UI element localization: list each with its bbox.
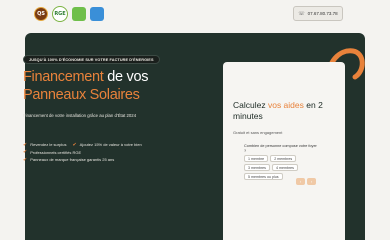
option-3-members[interactable]: 3 membres — [244, 164, 270, 171]
check-icon: ✔ — [23, 149, 28, 156]
household-question: Combien de personne compose votre foyer … — [244, 144, 317, 153]
phone-button[interactable]: ☏ 07.67.80.73.78 — [293, 6, 343, 21]
title-accent-financement: Financement — [23, 69, 104, 85]
previous-step-button[interactable]: ‹ — [296, 178, 305, 185]
feature-row: ✔ Revendez le surplus ✔ Ajoutez 15% de val… — [23, 141, 193, 149]
check-icon: ✔ — [72, 141, 77, 148]
hero-subtitle: Financement de votre installation grâce … — [23, 113, 137, 118]
rge-qualipv-logo: RGE — [52, 6, 68, 22]
certification-seal-logo: QS — [34, 7, 48, 21]
option-1-member[interactable]: 1 membre — [244, 155, 269, 162]
phone-number: 07.67.80.73.78 — [307, 11, 338, 16]
phone-icon: ☏ — [298, 10, 305, 17]
option-2-members[interactable]: 2 membres — [270, 155, 297, 162]
option-5-plus-members[interactable]: 5 membres ou plus — [244, 173, 283, 180]
check-icon: ✔ — [23, 141, 28, 148]
feature-item: ✔ Panneaux de marque française garantis 2… — [23, 156, 193, 164]
blue-partner-logo — [90, 7, 104, 21]
partner-logos: QS RGE — [34, 6, 104, 22]
household-options: 1 membre 2 membres 3 membres 4 membres 5… — [244, 155, 318, 180]
feature-text: Professionnels certifiés RGE — [30, 149, 82, 155]
title-accent-panneaux: Panneaux Solaires — [23, 87, 140, 103]
feature-item: ✔ Ajoutez 15% de valeur à votre bien — [72, 141, 141, 149]
page-title: Financement de vos Panneaux Solaires — [23, 68, 193, 104]
hero-section: Calculez vos aides en 2 minutes Gratuit … — [25, 33, 365, 240]
green-partner-logo — [72, 7, 86, 21]
feature-list: ✔ Revendez le surplus ✔ Ajoutez 15% de val… — [23, 141, 193, 164]
check-icon: ✔ — [23, 156, 28, 163]
title-plain: de vos — [103, 69, 149, 85]
option-4-members[interactable]: 4 membres — [271, 164, 298, 171]
feature-text: Ajoutez 15% de valeur à votre bien — [79, 142, 142, 148]
landing-page: QS RGE ☏ 07.67.80.73.78 Calculez vos aid… — [0, 0, 390, 240]
calculator-title: Calculez vos aides en 2 minutes — [233, 100, 341, 122]
calculator-title-accent: vos aides — [267, 100, 304, 110]
step-navigation: ‹ › — [296, 178, 316, 185]
calculator-title-prefix: Calculez — [233, 100, 268, 110]
feature-text: Panneaux de marque française garantis 25… — [30, 157, 115, 163]
feature-text: Revendez le surplus — [30, 142, 67, 148]
site-header: QS RGE ☏ 07.67.80.73.78 — [0, 0, 390, 30]
calculator-subtitle: Gratuit et sans engagement — [233, 130, 283, 135]
feature-item: ✔ Professionnels certifiés RGE — [23, 149, 193, 157]
feature-item: ✔ Revendez le surplus — [23, 141, 66, 149]
savings-badge: JUSQU'À 100% D'ÉCONOMIE SUR VOTRE FACTUR… — [23, 55, 160, 64]
next-step-button[interactable]: › — [307, 178, 316, 185]
